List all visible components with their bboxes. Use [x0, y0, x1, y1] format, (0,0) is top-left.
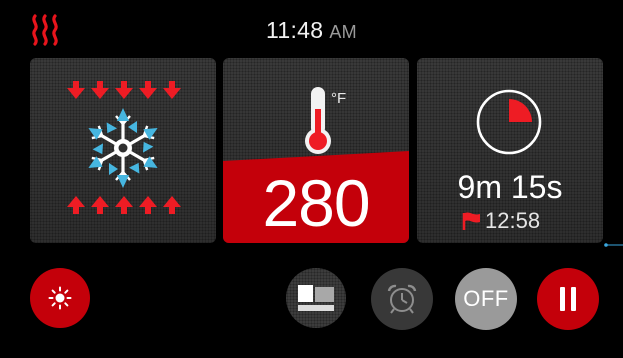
timer-remaining: 9m 15s — [457, 169, 563, 205]
flag-icon — [462, 212, 480, 230]
timer-end-time: 12:58 — [485, 208, 541, 233]
temperature-unit: °F — [331, 90, 347, 107]
sun-icon — [48, 286, 72, 310]
oven-control-screen: 11:48 AM °F 280 9m 15s 12:58 OFF — [0, 0, 623, 358]
edge-indicator — [604, 243, 623, 247]
temperature-tile[interactable]: °F 280 — [223, 58, 409, 243]
off-button-label: OFF — [463, 286, 509, 311]
off-button[interactable]: OFF — [455, 268, 517, 330]
clock: 11:48 AM — [0, 17, 623, 44]
alarm-clock-icon — [387, 284, 417, 314]
oven-light-button[interactable] — [30, 268, 90, 328]
timer-dial-icon — [476, 89, 542, 155]
temperature-value: 280 — [262, 166, 370, 240]
convection-tile[interactable] — [30, 58, 216, 243]
timer-tile[interactable]: 9m 15s 12:58 — [417, 58, 603, 243]
timer-end: 12:58 — [461, 208, 540, 234]
oven-mode-button[interactable] — [286, 268, 346, 328]
clock-time: 11:48 — [266, 17, 324, 43]
pause-icon — [560, 287, 576, 311]
convection-fan-icon — [67, 81, 181, 214]
pause-button[interactable] — [537, 268, 599, 330]
oven-mode-icon — [298, 285, 334, 311]
alarm-button[interactable] — [371, 268, 433, 330]
clock-ampm: AM — [329, 22, 357, 42]
